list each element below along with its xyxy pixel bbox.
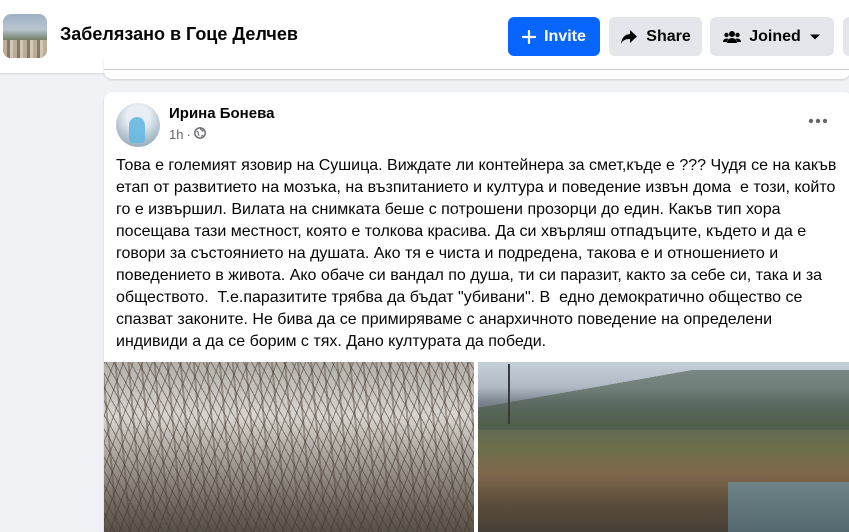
share-button[interactable]: Share xyxy=(609,17,702,56)
people-icon xyxy=(723,30,742,44)
watermark-line-1: Ак xyxy=(454,185,471,202)
group-title[interactable]: Забелязано в Гоце Делчев xyxy=(60,24,298,45)
post-photo-left[interactable] xyxy=(104,362,474,532)
globe-icon xyxy=(193,127,206,142)
watermark-line-2: От xyxy=(454,207,468,219)
more-dots-icon[interactable] xyxy=(804,113,832,129)
group-cover-thumbnail[interactable] xyxy=(3,14,47,58)
share-label: Share xyxy=(646,27,691,45)
windows-activation-watermark: Ак От Wi xyxy=(454,184,471,240)
post-text: Това е големият язовир на Сушица. Виждат… xyxy=(116,157,841,350)
author-name[interactable]: Ирина Бонева xyxy=(169,105,274,122)
watermark-line-3: Wi xyxy=(454,225,467,237)
more-actions-button[interactable] xyxy=(843,17,849,56)
joined-label: Joined xyxy=(749,27,801,45)
joined-button[interactable]: Joined xyxy=(710,17,834,56)
invite-label: Invite xyxy=(544,27,586,45)
plus-icon xyxy=(522,29,537,44)
previous-post-card xyxy=(104,58,849,79)
author-avatar[interactable] xyxy=(116,103,160,147)
post-card: Ирина Бонева 1h · Това е големият язовир… xyxy=(104,92,849,532)
post-photo-right[interactable] xyxy=(478,362,849,532)
post-meta: 1h · xyxy=(169,127,206,142)
post-time[interactable]: 1h xyxy=(169,127,183,142)
invite-button[interactable]: Invite xyxy=(508,17,600,56)
caret-down-icon xyxy=(809,33,821,41)
share-arrow-icon xyxy=(620,29,638,45)
meta-separator: · xyxy=(186,127,191,142)
